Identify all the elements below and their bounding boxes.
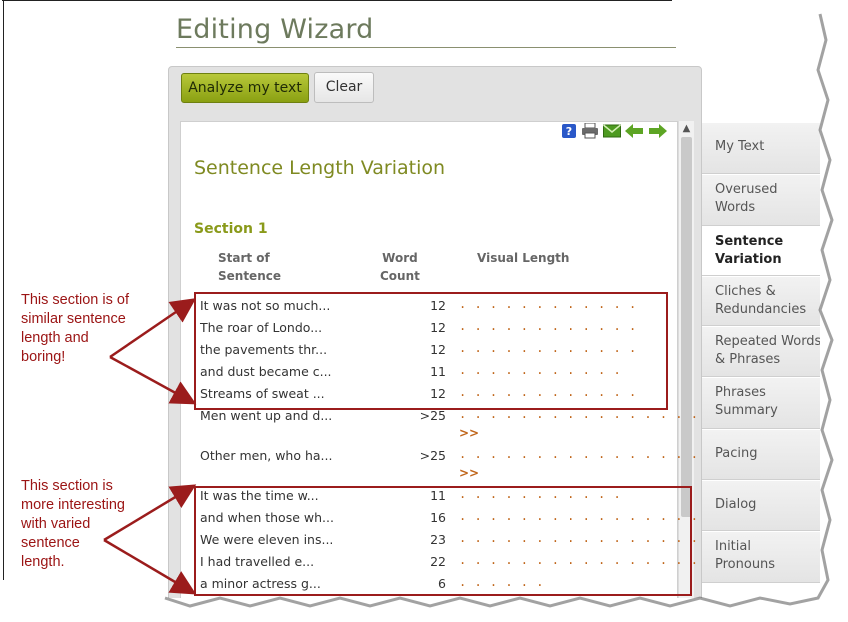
screenshot-frame: Editing Wizard Analyze my text Clear ▲ ?… [0,0,848,622]
boring-annotation: This section is of similar sentence leng… [21,292,129,365]
interesting-annotation: This section is more interesting with va… [21,478,125,570]
